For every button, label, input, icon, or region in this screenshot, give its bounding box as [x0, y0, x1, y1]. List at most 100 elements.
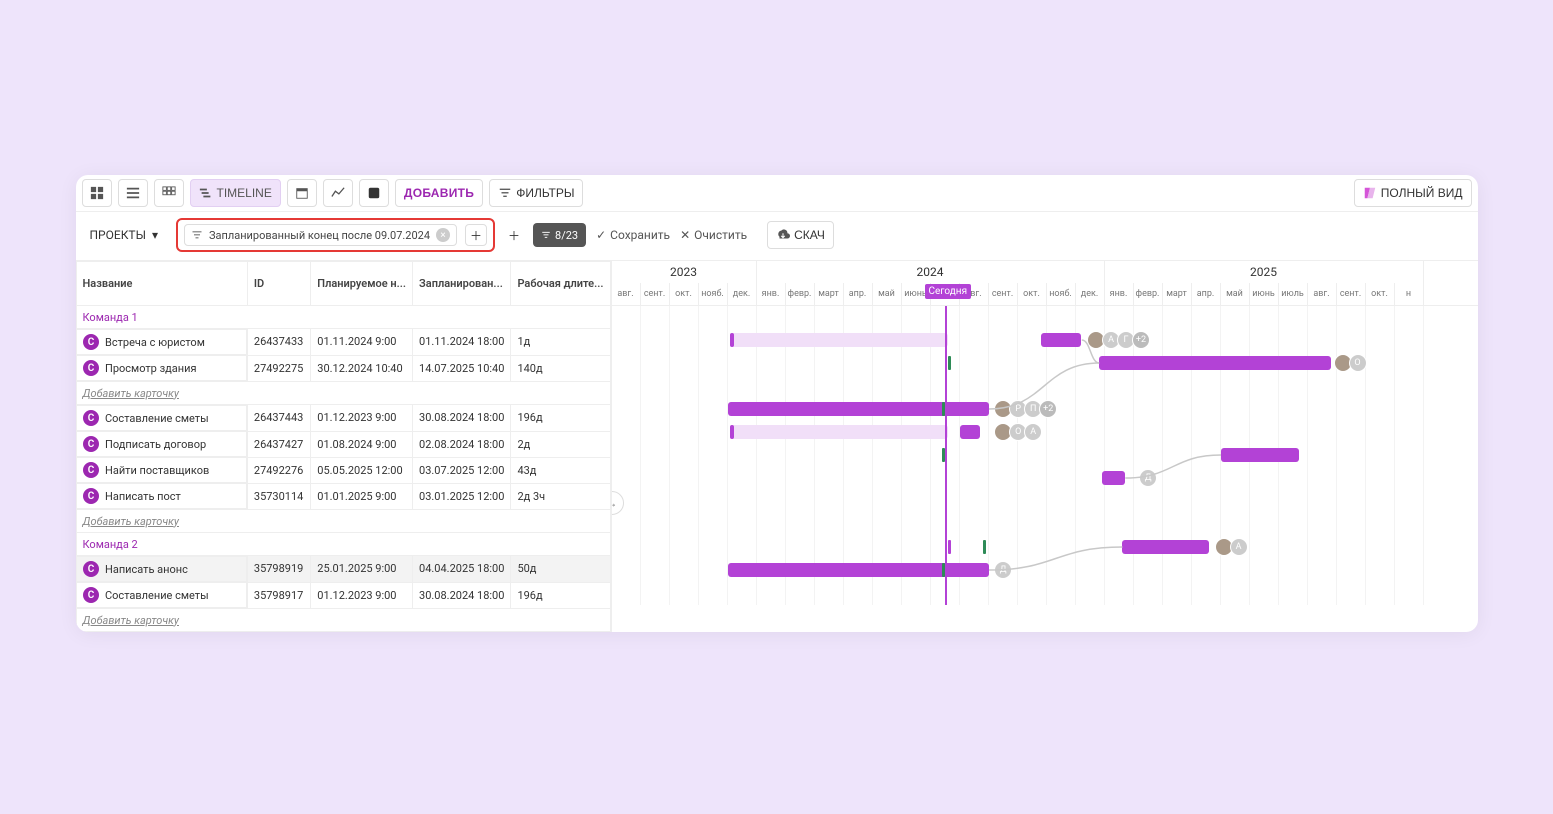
assignee-avatars[interactable]: Д — [997, 561, 1012, 579]
gantt-row[interactable]: ОА — [612, 421, 1478, 444]
add-filter-outer-button[interactable]: ＋ — [505, 224, 523, 246]
task-name: Составление сметы — [105, 589, 209, 602]
task-name: Встреча с юристом — [105, 336, 205, 349]
gantt-row[interactable]: Д — [612, 559, 1478, 582]
year-label: 2023 — [612, 261, 757, 283]
month-label: окт. — [1366, 283, 1395, 305]
view-timeline-button[interactable]: TIMELINE — [190, 179, 281, 207]
main-toolbar: TIMELINE ДОБАВИТЬ ФИЛЬТРЫ ПОЛНЫЙ ВИД — [76, 175, 1478, 212]
timeline-label: TIMELINE — [217, 186, 272, 200]
view-calendar-icon[interactable] — [287, 179, 317, 207]
gantt-chart[interactable]: ↔ 202320242025 авг.сент.окт.нояб.дек.янв… — [612, 261, 1478, 632]
gantt-bar[interactable] — [728, 402, 989, 416]
save-filter-button[interactable]: ✓ Сохранить — [596, 228, 670, 242]
gantt-bar[interactable] — [1041, 333, 1082, 347]
active-filter-highlight: Запланированный конец после 09.07.2024 ×… — [176, 218, 495, 252]
month-label: февр. — [1134, 283, 1163, 305]
filters-button[interactable]: ФИЛЬТРЫ — [489, 179, 583, 207]
card-type-badge: С — [83, 436, 99, 452]
table-row[interactable]: СПодписать договор2643742701.08.2024 9:0… — [76, 431, 610, 457]
col-name[interactable]: Название — [76, 262, 247, 306]
avatar-initial[interactable]: Д — [994, 561, 1012, 579]
group-row[interactable]: Команда 1 — [76, 306, 610, 329]
remove-filter-icon[interactable]: × — [436, 228, 450, 242]
month-label: июнь — [1250, 283, 1279, 305]
card-type-badge: С — [83, 488, 99, 504]
col-id[interactable]: ID — [247, 262, 310, 306]
download-button[interactable]: СКАЧ — [767, 221, 834, 249]
gantt-bar-planned[interactable] — [730, 425, 948, 439]
gantt-bar[interactable] — [960, 425, 980, 439]
avatar-overflow[interactable]: +2 — [1039, 400, 1057, 418]
fullview-button[interactable]: ПОЛНЫЙ ВИД — [1354, 179, 1472, 207]
table-row[interactable]: СНайти поставщиков2749227605.05.2025 12:… — [76, 457, 610, 483]
table-row[interactable]: СВстреча с юристом2643743301.11.2024 9:0… — [76, 329, 610, 356]
month-label: авг. — [1308, 283, 1337, 305]
gantt-bar[interactable] — [1099, 356, 1331, 370]
table-row[interactable]: СНаписать пост3573011401.01.2025 9:0003.… — [76, 483, 610, 510]
assignee-avatars[interactable]: А — [1218, 538, 1248, 556]
gantt-add-row[interactable] — [612, 375, 1478, 398]
workspace: Название ID Планируемое н... Запланирова… — [76, 261, 1478, 632]
filter-chip-label: Запланированный конец после 09.07.2024 — [209, 229, 430, 242]
gantt-body[interactable]: Сегодня АГ+2ОРП+2ОАДАД — [612, 306, 1478, 605]
add-filter-button[interactable]: ＋ — [465, 224, 487, 246]
table-row[interactable]: ССоставление сметы2643744301.12.2023 9:0… — [76, 405, 610, 432]
assignee-avatars[interactable]: Д — [1142, 469, 1157, 487]
month-label: нояб. — [699, 283, 728, 305]
filter-chip-planned-end[interactable]: Запланированный конец после 09.07.2024 × — [184, 224, 457, 246]
assignee-avatars[interactable]: ОА — [997, 423, 1042, 441]
gantt-row[interactable]: О — [612, 352, 1478, 375]
view-chart-icon[interactable] — [323, 179, 353, 207]
add-button[interactable]: ДОБАВИТЬ — [395, 179, 483, 207]
assignee-avatars[interactable]: РП+2 — [997, 400, 1057, 418]
gantt-row[interactable]: Д — [612, 467, 1478, 490]
month-label: янв. — [757, 283, 786, 305]
gantt-bar[interactable] — [728, 563, 989, 577]
year-label: 2024 — [757, 261, 1105, 283]
view-dashboard-icon[interactable] — [82, 179, 112, 207]
assignee-avatars[interactable]: АГ+2 — [1090, 331, 1150, 349]
gantt-row[interactable]: РП+2 — [612, 398, 1478, 421]
month-label: март — [815, 283, 844, 305]
gantt-row[interactable] — [612, 444, 1478, 467]
view-list-icon[interactable] — [118, 179, 148, 207]
assignee-avatars[interactable]: О — [1337, 354, 1367, 372]
table-row[interactable]: ССоставление сметы3579891701.12.2023 9:0… — [76, 582, 610, 609]
view-grid-icon[interactable] — [154, 179, 184, 207]
gantt-row[interactable]: А — [612, 536, 1478, 559]
avatar-initial[interactable]: А — [1230, 538, 1248, 556]
card-type-badge: С — [83, 462, 99, 478]
avatar-initial[interactable]: А — [1024, 423, 1042, 441]
add-card-row[interactable]: Добавить карточку — [76, 510, 610, 533]
task-name: Написать анонс — [105, 563, 188, 576]
today-line — [945, 306, 947, 605]
gantt-bar[interactable] — [1122, 540, 1209, 554]
add-card-row[interactable]: Добавить карточку — [76, 609, 610, 632]
card-type-badge: С — [83, 360, 99, 376]
month-label: н — [1395, 283, 1424, 305]
table-row[interactable]: СПросмотр здания2749227530.12.2024 10:40… — [76, 355, 610, 382]
gantt-bar-planned[interactable] — [730, 333, 948, 347]
gantt-add-row[interactable] — [612, 582, 1478, 605]
projects-dropdown[interactable]: ПРОЕКТЫ ▾ — [82, 221, 167, 249]
col-plan-start[interactable]: Планируемое н... — [311, 262, 413, 306]
col-duration[interactable]: Рабочая длите... — [511, 262, 610, 306]
group-row[interactable]: Команда 2 — [76, 533, 610, 556]
gantt-add-row[interactable] — [612, 490, 1478, 513]
avatar-initial[interactable]: Д — [1139, 469, 1157, 487]
month-label: июль — [1279, 283, 1308, 305]
filter-bar: ПРОЕКТЫ ▾ Запланированный конец после 09… — [76, 212, 1478, 261]
avatar-overflow[interactable]: +2 — [1132, 331, 1150, 349]
chevron-down-icon: ▾ — [152, 228, 158, 242]
gantt-bar[interactable] — [1221, 448, 1299, 462]
avatar-initial[interactable]: О — [1349, 354, 1367, 372]
clear-filter-button[interactable]: ✕ Очистить — [680, 228, 747, 242]
view-dark-icon[interactable] — [359, 179, 389, 207]
table-row[interactable]: СНаписать анонс3579891925.01.2025 9:0004… — [76, 556, 610, 583]
add-card-row[interactable]: Добавить карточку — [76, 382, 610, 405]
gantt-bar[interactable] — [1102, 471, 1125, 485]
filter-count-pill[interactable]: 8/23 — [533, 223, 586, 247]
gantt-row[interactable]: АГ+2 — [612, 329, 1478, 352]
col-plan-end[interactable]: Запланирован... — [413, 262, 511, 306]
